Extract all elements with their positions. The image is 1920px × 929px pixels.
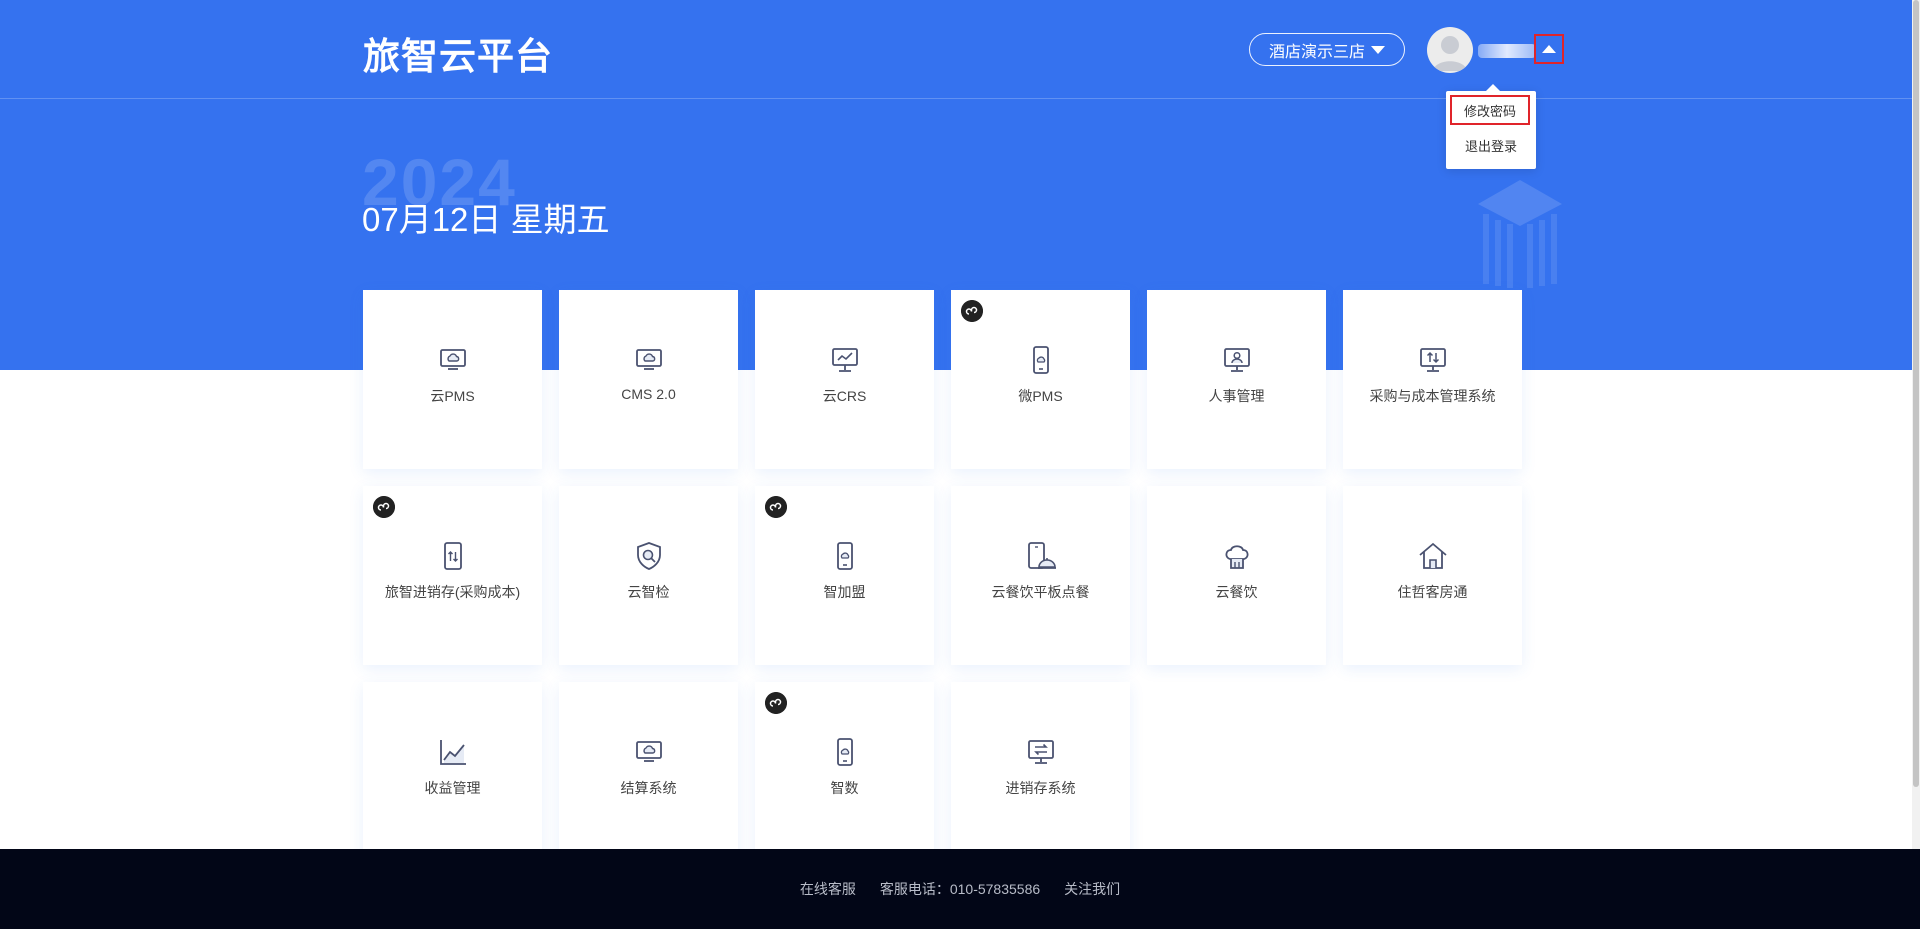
app-card-smart-data[interactable]: 智数 bbox=[755, 682, 934, 861]
exchange-monitor-icon bbox=[1028, 740, 1054, 764]
header-divider bbox=[0, 98, 1920, 99]
app-card-label: 结算系统 bbox=[620, 780, 677, 796]
app-card-micro-pms[interactable]: 微PMS bbox=[951, 290, 1130, 469]
app-card-label: 云CRS bbox=[822, 388, 867, 404]
cloud-phone-icon bbox=[837, 738, 853, 766]
app-card-label: 微PMS bbox=[1018, 388, 1063, 404]
app-card-label: 收益管理 bbox=[424, 780, 481, 796]
app-card-label: 智加盟 bbox=[823, 584, 866, 600]
app-card-cloud-crs[interactable]: 云CRS bbox=[755, 290, 934, 469]
app-card-label: 云PMS bbox=[430, 388, 475, 404]
tablet-dish-icon bbox=[1028, 542, 1056, 569]
shield-search-icon bbox=[637, 542, 661, 570]
brand-title: 旅智云平台 bbox=[363, 36, 553, 77]
logout-item[interactable]: 退出登录 bbox=[1446, 137, 1536, 157]
cloud-phone-icon bbox=[1033, 346, 1049, 374]
username-blurred bbox=[1478, 44, 1536, 58]
chef-hat-icon bbox=[1225, 545, 1249, 569]
cloud-monitor-icon bbox=[636, 741, 662, 762]
transfer-monitor-icon bbox=[1420, 348, 1446, 372]
app-card-inventory-procurement[interactable]: 旅智进销存(采购成本) bbox=[363, 486, 542, 665]
app-card-label: 住哲客房通 bbox=[1397, 584, 1468, 600]
hotline-text: 客服电话：010-57835586 bbox=[879, 881, 1041, 897]
app-card-label: 智数 bbox=[830, 780, 859, 796]
house-icon bbox=[1419, 542, 1447, 569]
app-card-cms[interactable]: CMS 2.0 bbox=[559, 290, 738, 469]
avatar[interactable] bbox=[1427, 27, 1473, 73]
chevron-up-icon bbox=[1542, 45, 1556, 53]
footer: 在线客服 客服电话：010-57835586 关注我们 bbox=[0, 849, 1920, 929]
app-card-label: 旅智进销存(采购成本) bbox=[384, 584, 521, 600]
app-card-cloud-catering[interactable]: 云餐饮 bbox=[1147, 486, 1326, 665]
mini-program-badge-icon bbox=[765, 496, 787, 518]
trend-chart-icon bbox=[440, 740, 466, 765]
cloud-monitor-icon bbox=[440, 349, 466, 370]
app-card-label: CMS 2.0 bbox=[621, 386, 676, 402]
chevron-down-icon bbox=[1371, 45, 1385, 54]
follow-us-link[interactable]: 关注我们 bbox=[1064, 879, 1120, 899]
app-card-inventory-system[interactable]: 进销存系统 bbox=[951, 682, 1130, 861]
app-card-franchise[interactable]: 智加盟 bbox=[755, 486, 934, 665]
app-card-cloud-pms[interactable]: 云PMS bbox=[363, 290, 542, 469]
transfer-phone-icon bbox=[444, 542, 462, 570]
user-dropdown-menu: 修改密码 退出登录 bbox=[1446, 84, 1536, 169]
person-monitor-icon bbox=[1224, 348, 1250, 372]
scrollbar-thumb[interactable] bbox=[1913, 0, 1919, 787]
app-card-label: 云餐饮平板点餐 bbox=[991, 584, 1090, 600]
app-card-label: 云餐饮 bbox=[1215, 584, 1258, 600]
user-avatar-icon bbox=[1433, 36, 1467, 71]
mini-program-badge-icon bbox=[765, 692, 787, 714]
change-password-item[interactable]: 修改密码 bbox=[1450, 95, 1530, 125]
app-card-housekeeping[interactable]: 住哲客房通 bbox=[1343, 486, 1522, 665]
mini-program-badge-icon bbox=[373, 496, 395, 518]
app-card-label: 采购与成本管理系统 bbox=[1369, 388, 1496, 404]
app-card-tablet-ordering[interactable]: 云餐饮平板点餐 bbox=[951, 486, 1130, 665]
hero-date: 07月12日 星期五 bbox=[362, 201, 610, 238]
app-card-smart-inspection[interactable]: 云智检 bbox=[559, 486, 738, 665]
app-card-procurement[interactable]: 采购与成本管理系统 bbox=[1343, 290, 1522, 469]
building-decoration-icon bbox=[1478, 180, 1562, 288]
app-card-label: 云智检 bbox=[627, 584, 670, 600]
chart-monitor-icon bbox=[832, 348, 858, 372]
app-card-settlement[interactable]: 结算系统 bbox=[559, 682, 738, 861]
app-card-hr[interactable]: 人事管理 bbox=[1147, 290, 1326, 469]
app-card-label: 进销存系统 bbox=[1005, 780, 1076, 796]
store-selector-label: 酒店演示三店 bbox=[1268, 43, 1365, 61]
mini-program-badge-icon bbox=[961, 300, 983, 322]
user-menu-toggle[interactable] bbox=[1534, 34, 1564, 64]
cloud-phone-icon bbox=[837, 542, 853, 570]
app-card-revenue-management[interactable]: 收益管理 bbox=[363, 682, 542, 861]
store-selector[interactable]: 酒店演示三店 bbox=[1249, 33, 1405, 66]
app-card-label: 人事管理 bbox=[1208, 388, 1265, 404]
cloud-monitor-icon bbox=[636, 349, 662, 370]
online-service-link[interactable]: 在线客服 bbox=[800, 879, 856, 899]
